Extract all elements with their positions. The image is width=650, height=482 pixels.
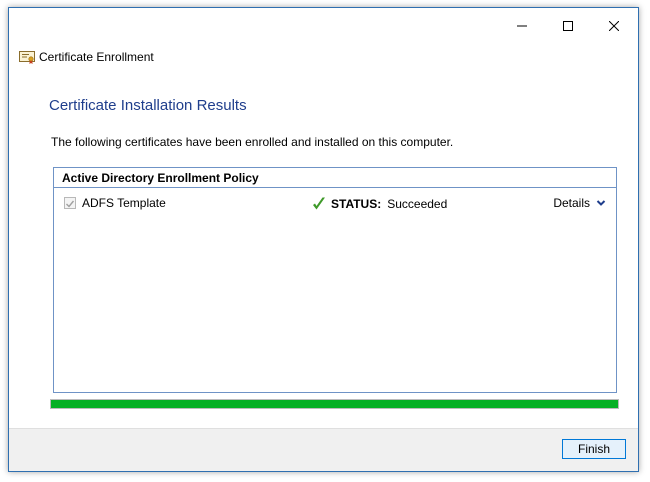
minimize-button[interactable] <box>499 8 545 44</box>
app-header: Certificate Enrollment <box>19 48 154 66</box>
finish-button[interactable]: Finish <box>562 439 626 459</box>
details-label: Details <box>553 196 590 210</box>
policy-header: Active Directory Enrollment Policy <box>54 168 616 188</box>
certificate-row: ADFS Template STATUS: Succeeded Details <box>64 196 608 212</box>
app-title: Certificate Enrollment <box>39 50 154 64</box>
footer: Finish <box>9 428 638 471</box>
maximize-button[interactable] <box>545 8 591 44</box>
checkmark-icon <box>66 200 75 208</box>
status-group: STATUS: Succeeded <box>312 196 447 212</box>
maximize-icon <box>563 21 573 31</box>
page-title: Certificate Installation Results <box>49 97 247 114</box>
description-text: The following certificates have been enr… <box>51 135 454 149</box>
certificate-enrollment-window: Certificate Enrollment Certificate Insta… <box>8 7 639 472</box>
progress-bar <box>50 399 619 409</box>
certificate-checkbox[interactable] <box>64 197 76 209</box>
enrollment-policy-list: Active Directory Enrollment Policy ADFS … <box>53 167 617 393</box>
minimize-icon <box>517 25 527 27</box>
details-toggle[interactable]: Details <box>553 196 606 210</box>
success-check-icon <box>313 197 325 210</box>
progress-fill <box>51 400 618 408</box>
status-value: Succeeded <box>387 197 448 211</box>
certificate-name: ADFS Template <box>82 196 166 210</box>
close-icon <box>609 21 619 31</box>
title-bar[interactable] <box>9 8 638 44</box>
chevron-down-icon <box>596 200 606 206</box>
certificate-icon <box>19 51 35 64</box>
close-button[interactable] <box>591 8 637 44</box>
status-label: STATUS: <box>331 197 382 211</box>
